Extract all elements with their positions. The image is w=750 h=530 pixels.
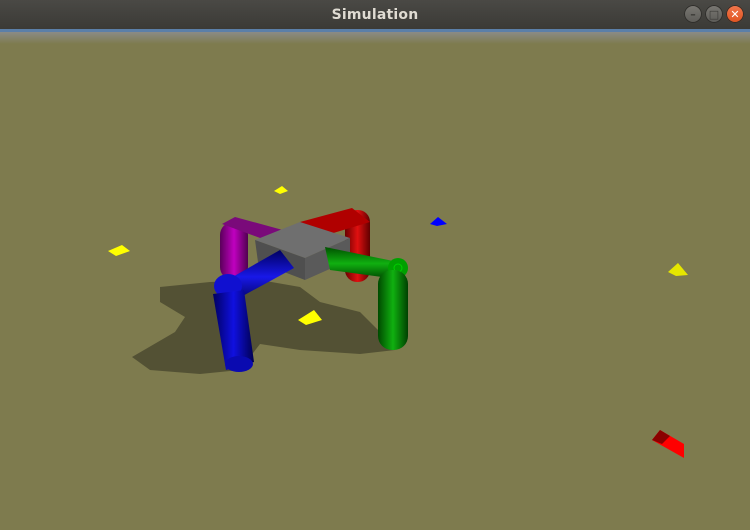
simulation-viewport[interactable]: [0, 32, 750, 530]
horizon: [0, 32, 750, 44]
ground-plane: [0, 32, 750, 530]
maximize-button[interactable]: □: [705, 5, 723, 23]
simulation-window: Simulation – □ ✕: [0, 0, 750, 530]
minimize-icon: –: [690, 7, 696, 21]
window-controls: – □ ✕: [684, 5, 744, 23]
maximize-icon: □: [708, 7, 720, 21]
title-bar[interactable]: Simulation – □ ✕: [0, 0, 750, 29]
close-icon: ✕: [730, 7, 740, 21]
minimize-button[interactable]: –: [684, 5, 702, 23]
window-title: Simulation: [331, 6, 419, 23]
close-button[interactable]: ✕: [726, 5, 744, 23]
